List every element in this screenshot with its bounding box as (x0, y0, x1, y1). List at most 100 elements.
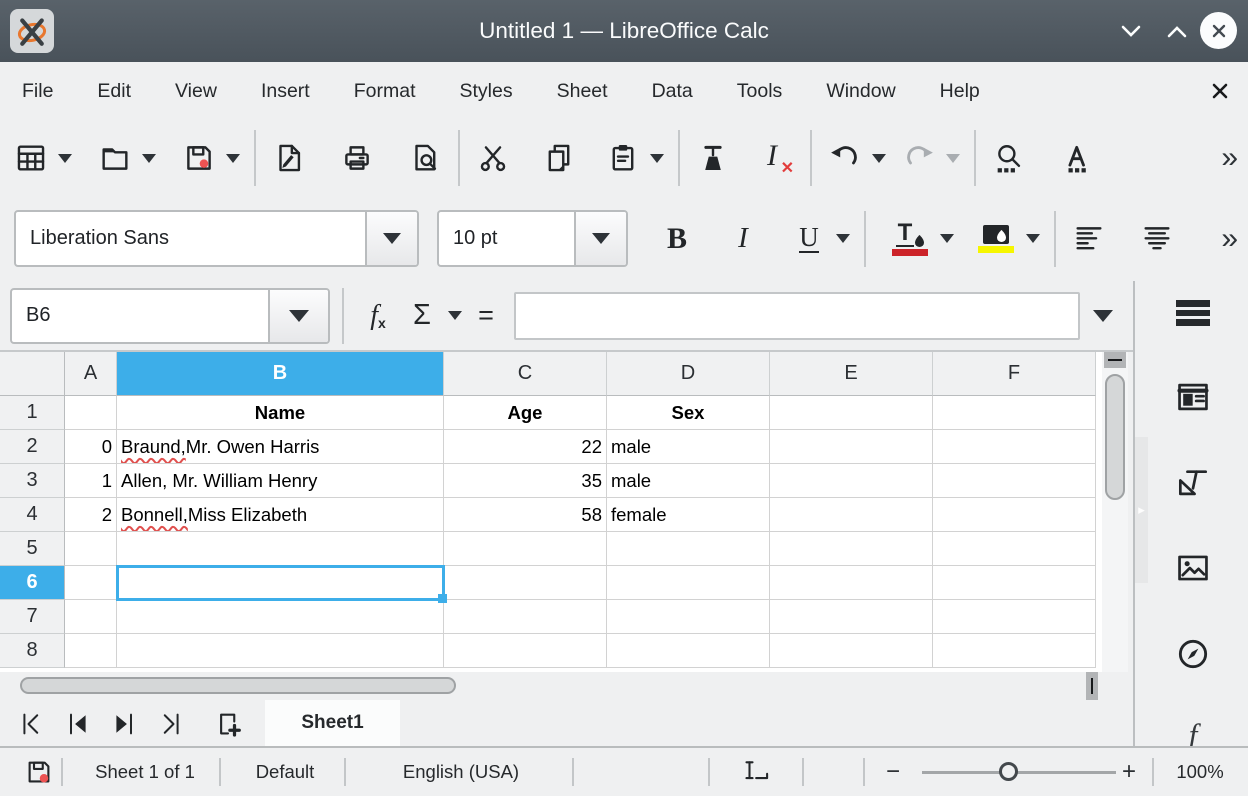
last-sheet-icon[interactable] (150, 706, 190, 742)
cell-F7[interactable] (933, 600, 1096, 634)
grid-corner-box[interactable] (0, 352, 65, 396)
underline-button[interactable]: U (786, 216, 832, 262)
row-header-7[interactable]: 7 (0, 600, 65, 634)
horizontal-split-handle[interactable] (1086, 672, 1098, 700)
save-dropdown-icon[interactable] (222, 135, 244, 181)
sidebar-settings-icon[interactable] (1173, 293, 1213, 333)
paste-button[interactable] (600, 135, 646, 181)
minimize-icon[interactable] (1116, 17, 1146, 45)
insert-mode-icon[interactable] (732, 748, 784, 796)
bold-button[interactable]: B (654, 216, 700, 262)
cell-B8[interactable] (117, 634, 444, 668)
cell-C2[interactable]: 22 (444, 430, 607, 464)
font-color-dropdown-icon[interactable] (936, 216, 958, 262)
zoom-out-button[interactable]: − (876, 748, 910, 796)
menu-item-help[interactable]: Help (918, 62, 1002, 120)
cell-B3[interactable]: Allen, Mr. William Henry (117, 464, 444, 498)
clear-formatting-button[interactable]: I ✕ (754, 135, 800, 181)
zoom-level[interactable]: 100% (1156, 748, 1244, 796)
font-name-dropdown-icon[interactable] (365, 212, 417, 265)
cell-D1[interactable]: Sex (607, 396, 770, 430)
add-sheet-icon[interactable] (208, 706, 248, 742)
cell-A7[interactable] (65, 600, 117, 634)
cell-C3[interactable]: 35 (444, 464, 607, 498)
first-sheet-icon[interactable] (12, 706, 52, 742)
open-dropdown-icon[interactable] (138, 135, 160, 181)
print-preview-button[interactable] (402, 135, 448, 181)
function-wizard-button[interactable]: fx (356, 293, 400, 339)
properties-icon[interactable] (1173, 377, 1213, 417)
open-file-button[interactable] (92, 135, 138, 181)
highlight-color-dropdown-icon[interactable] (1022, 216, 1044, 262)
cell-D5[interactable] (607, 532, 770, 566)
menu-item-tools[interactable]: Tools (715, 62, 805, 120)
redo-dropdown-icon[interactable] (942, 135, 964, 181)
cell-D3[interactable]: male (607, 464, 770, 498)
previous-sheet-icon[interactable] (58, 706, 98, 742)
export-pdf-button[interactable] (266, 135, 312, 181)
row-header-2[interactable]: 2 (0, 430, 65, 464)
toolbar-overflow-icon[interactable]: » (1221, 120, 1242, 196)
row-header-3[interactable]: 3 (0, 464, 65, 498)
menu-item-view[interactable]: View (153, 62, 239, 120)
row-header-5[interactable]: 5 (0, 532, 65, 566)
cell-A5[interactable] (65, 532, 117, 566)
new-spreadsheet-button[interactable] (8, 135, 54, 181)
paste-dropdown-icon[interactable] (646, 135, 668, 181)
cell-C5[interactable] (444, 532, 607, 566)
cell-F1[interactable] (933, 396, 1096, 430)
vertical-scrollbar[interactable] (1102, 352, 1128, 672)
zoom-slider-knob[interactable] (999, 762, 1018, 781)
navigator-icon[interactable] (1173, 634, 1213, 674)
cell-C7[interactable] (444, 600, 607, 634)
cell-B5[interactable] (117, 532, 444, 566)
font-size-combo[interactable]: 10 pt (437, 210, 628, 267)
cell-D7[interactable] (607, 600, 770, 634)
close-document-icon[interactable] (1208, 79, 1232, 103)
maximize-icon[interactable] (1162, 17, 1192, 45)
horizontal-scrollbar[interactable] (0, 672, 1102, 700)
find-replace-button[interactable] (986, 135, 1032, 181)
cell-A8[interactable] (65, 634, 117, 668)
cell-B4[interactable]: Bonnell, Miss Elizabeth (117, 498, 444, 532)
row-header-4[interactable]: 4 (0, 498, 65, 532)
undo-dropdown-icon[interactable] (868, 135, 890, 181)
gallery-icon[interactable] (1173, 548, 1213, 588)
cell-F5[interactable] (933, 532, 1096, 566)
cell-E4[interactable] (770, 498, 933, 532)
column-header-F[interactable]: F (933, 352, 1096, 396)
font-color-button[interactable]: T (884, 213, 936, 265)
cell-B1[interactable]: Name (117, 396, 444, 430)
cell-E3[interactable] (770, 464, 933, 498)
sum-dropdown-icon[interactable] (444, 293, 466, 339)
name-box-dropdown-icon[interactable] (268, 290, 328, 342)
menu-item-file[interactable]: File (0, 62, 75, 120)
cell-F8[interactable] (933, 634, 1096, 668)
cell-E6[interactable] (770, 566, 933, 600)
spelling-button[interactable] (1054, 135, 1100, 181)
close-window-icon[interactable] (1200, 12, 1237, 49)
menu-item-sheet[interactable]: Sheet (535, 62, 630, 120)
cell-E1[interactable] (770, 396, 933, 430)
font-size-dropdown-icon[interactable] (574, 212, 626, 265)
italic-button[interactable]: I (720, 216, 766, 262)
hide-sidebar-handle[interactable]: ▸ (1135, 437, 1148, 583)
highlight-color-button[interactable] (970, 213, 1022, 265)
column-header-E[interactable]: E (770, 352, 933, 396)
redo-button[interactable] (896, 135, 942, 181)
select-function-button[interactable]: Σ (400, 293, 444, 339)
cell-E5[interactable] (770, 532, 933, 566)
cell-D2[interactable]: male (607, 430, 770, 464)
cell-C6[interactable] (444, 566, 607, 600)
cell-E8[interactable] (770, 634, 933, 668)
column-header-A[interactable]: A (65, 352, 117, 396)
menu-item-styles[interactable]: Styles (438, 62, 535, 120)
menu-item-edit[interactable]: Edit (75, 62, 153, 120)
formula-input[interactable] (514, 292, 1080, 340)
cell-A1[interactable] (65, 396, 117, 430)
cut-button[interactable] (470, 135, 516, 181)
font-name-value[interactable]: Liberation Sans (16, 212, 365, 265)
row-header-8[interactable]: 8 (0, 634, 65, 668)
column-header-D[interactable]: D (607, 352, 770, 396)
font-size-value[interactable]: 10 pt (439, 212, 574, 265)
